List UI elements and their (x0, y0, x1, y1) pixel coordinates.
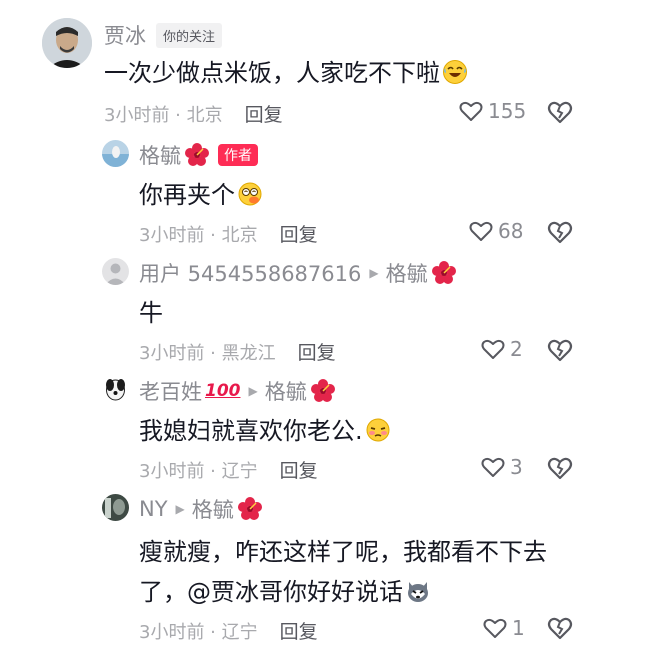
dislike-button[interactable] (546, 454, 574, 482)
avatar[interactable] (102, 494, 129, 521)
avatar[interactable] (102, 376, 129, 403)
comment-text: 瘦就瘦，咋还这样了呢，我都看不下去 了，@贾冰哥你好好说话 (139, 532, 547, 612)
like-button[interactable]: 1 (482, 615, 525, 641)
hibiscus-flower-icon (237, 496, 263, 522)
comment-time-location: 3小时前 · 辽宁 (139, 460, 258, 482)
dizzy-face-emoji (237, 181, 263, 207)
like-count: 2 (510, 337, 523, 361)
hundred-points-icon: 100 (205, 381, 241, 401)
comment-text: 牛 (139, 299, 163, 327)
broken-heart-icon (547, 457, 573, 480)
following-badge: 你的关注 (156, 22, 223, 48)
broken-heart-icon (547, 221, 573, 244)
like-button[interactable]: 68 (468, 218, 523, 244)
dislike-button[interactable] (546, 336, 574, 364)
hibiscus-flower-icon (184, 142, 210, 168)
commenter-name[interactable]: 老百姓 (139, 376, 202, 406)
reply-target-name[interactable]: 格毓 (192, 494, 234, 524)
like-button[interactable]: 2 (480, 336, 523, 362)
shy-face-emoji (365, 417, 391, 443)
like-count: 68 (498, 219, 524, 243)
like-count: 1 (512, 616, 525, 640)
heart-icon (483, 618, 507, 638)
like-count: 155 (488, 99, 527, 123)
heart-icon (481, 457, 505, 477)
commenter-name[interactable]: 用户 5454558687616 (139, 258, 361, 288)
default-user-icon (102, 258, 129, 285)
comment-time-location: 3小时前 · 黑龙江 (139, 342, 276, 364)
avatar[interactable] (102, 140, 129, 167)
comment-text-line: 瘦就瘦，咋还这样了呢，我都看不下去 (139, 538, 547, 566)
broken-heart-icon (547, 101, 573, 124)
dislike-button[interactable] (546, 98, 574, 126)
reply-button[interactable]: 回复 (280, 456, 318, 483)
like-count: 3 (510, 455, 523, 479)
comment-time-location: 3小时前 · 辽宁 (139, 621, 258, 643)
avatar[interactable] (42, 18, 92, 68)
author-badge: 作者 (218, 144, 258, 166)
comment-text: 一次少做点米饭，人家吃不下啦 (104, 56, 468, 90)
heart-icon (481, 339, 505, 359)
laughing-crying-emoji (442, 59, 468, 85)
comment-text-line: 了，@贾冰哥你好好说话 (139, 572, 547, 612)
dislike-button[interactable] (546, 614, 574, 642)
broken-heart-icon (547, 617, 573, 640)
commenter-name[interactable]: NY (139, 497, 168, 521)
reply-target-name[interactable]: 格毓 (386, 258, 428, 288)
like-button[interactable]: 155 (458, 98, 526, 124)
comment-item: 用户 5454558687616 ▶ 格毓 牛 3小时前 · 黑龙江 回复 2 (0, 258, 650, 378)
hibiscus-flower-icon (310, 378, 336, 404)
comment-text: 你再夹个 (139, 178, 263, 212)
avatar[interactable] (102, 258, 129, 285)
comment-time-location: 3小时前 · 北京 (139, 224, 258, 246)
reply-arrow-icon: ▶ (369, 266, 379, 280)
reply-target-name[interactable]: 格毓 (265, 376, 307, 406)
comment-item: 格毓 作者 你再夹个 3小时前 · 北京 回复 68 (0, 140, 650, 260)
reply-button[interactable]: 回复 (280, 220, 318, 247)
dislike-button[interactable] (546, 218, 574, 246)
commenter-name[interactable]: 贾冰 (104, 20, 146, 50)
heart-icon (459, 101, 483, 121)
hibiscus-flower-icon (431, 260, 457, 286)
like-button[interactable]: 3 (480, 454, 523, 480)
comment-text: 我媳妇就喜欢你老公. (139, 414, 391, 448)
reply-arrow-icon: ▶ (248, 384, 258, 398)
reply-button[interactable]: 回复 (298, 338, 336, 365)
comment-time-location: 3小时前 · 北京 (104, 104, 223, 126)
comment-item: 贾冰 你的关注 一次少做点米饭，人家吃不下啦 3小时前 · 北京 回复 155 (0, 0, 650, 140)
comment-item: 老百姓 100 ▶ 格毓 我媳妇就喜欢你老公. 3小时前 · 辽宁 回复 3 (0, 376, 650, 496)
commenter-name[interactable]: 格毓 (139, 140, 181, 170)
husky-dog-emoji (405, 578, 431, 604)
reply-arrow-icon: ▶ (175, 502, 185, 516)
comment-item: NY ▶ 格毓 瘦就瘦，咋还这样了呢，我都看不下去 了，@贾冰哥你好好说话 3小… (0, 494, 650, 651)
heart-icon (469, 221, 493, 241)
broken-heart-icon (547, 339, 573, 362)
reply-button[interactable]: 回复 (280, 617, 318, 644)
reply-button[interactable]: 回复 (245, 100, 283, 127)
